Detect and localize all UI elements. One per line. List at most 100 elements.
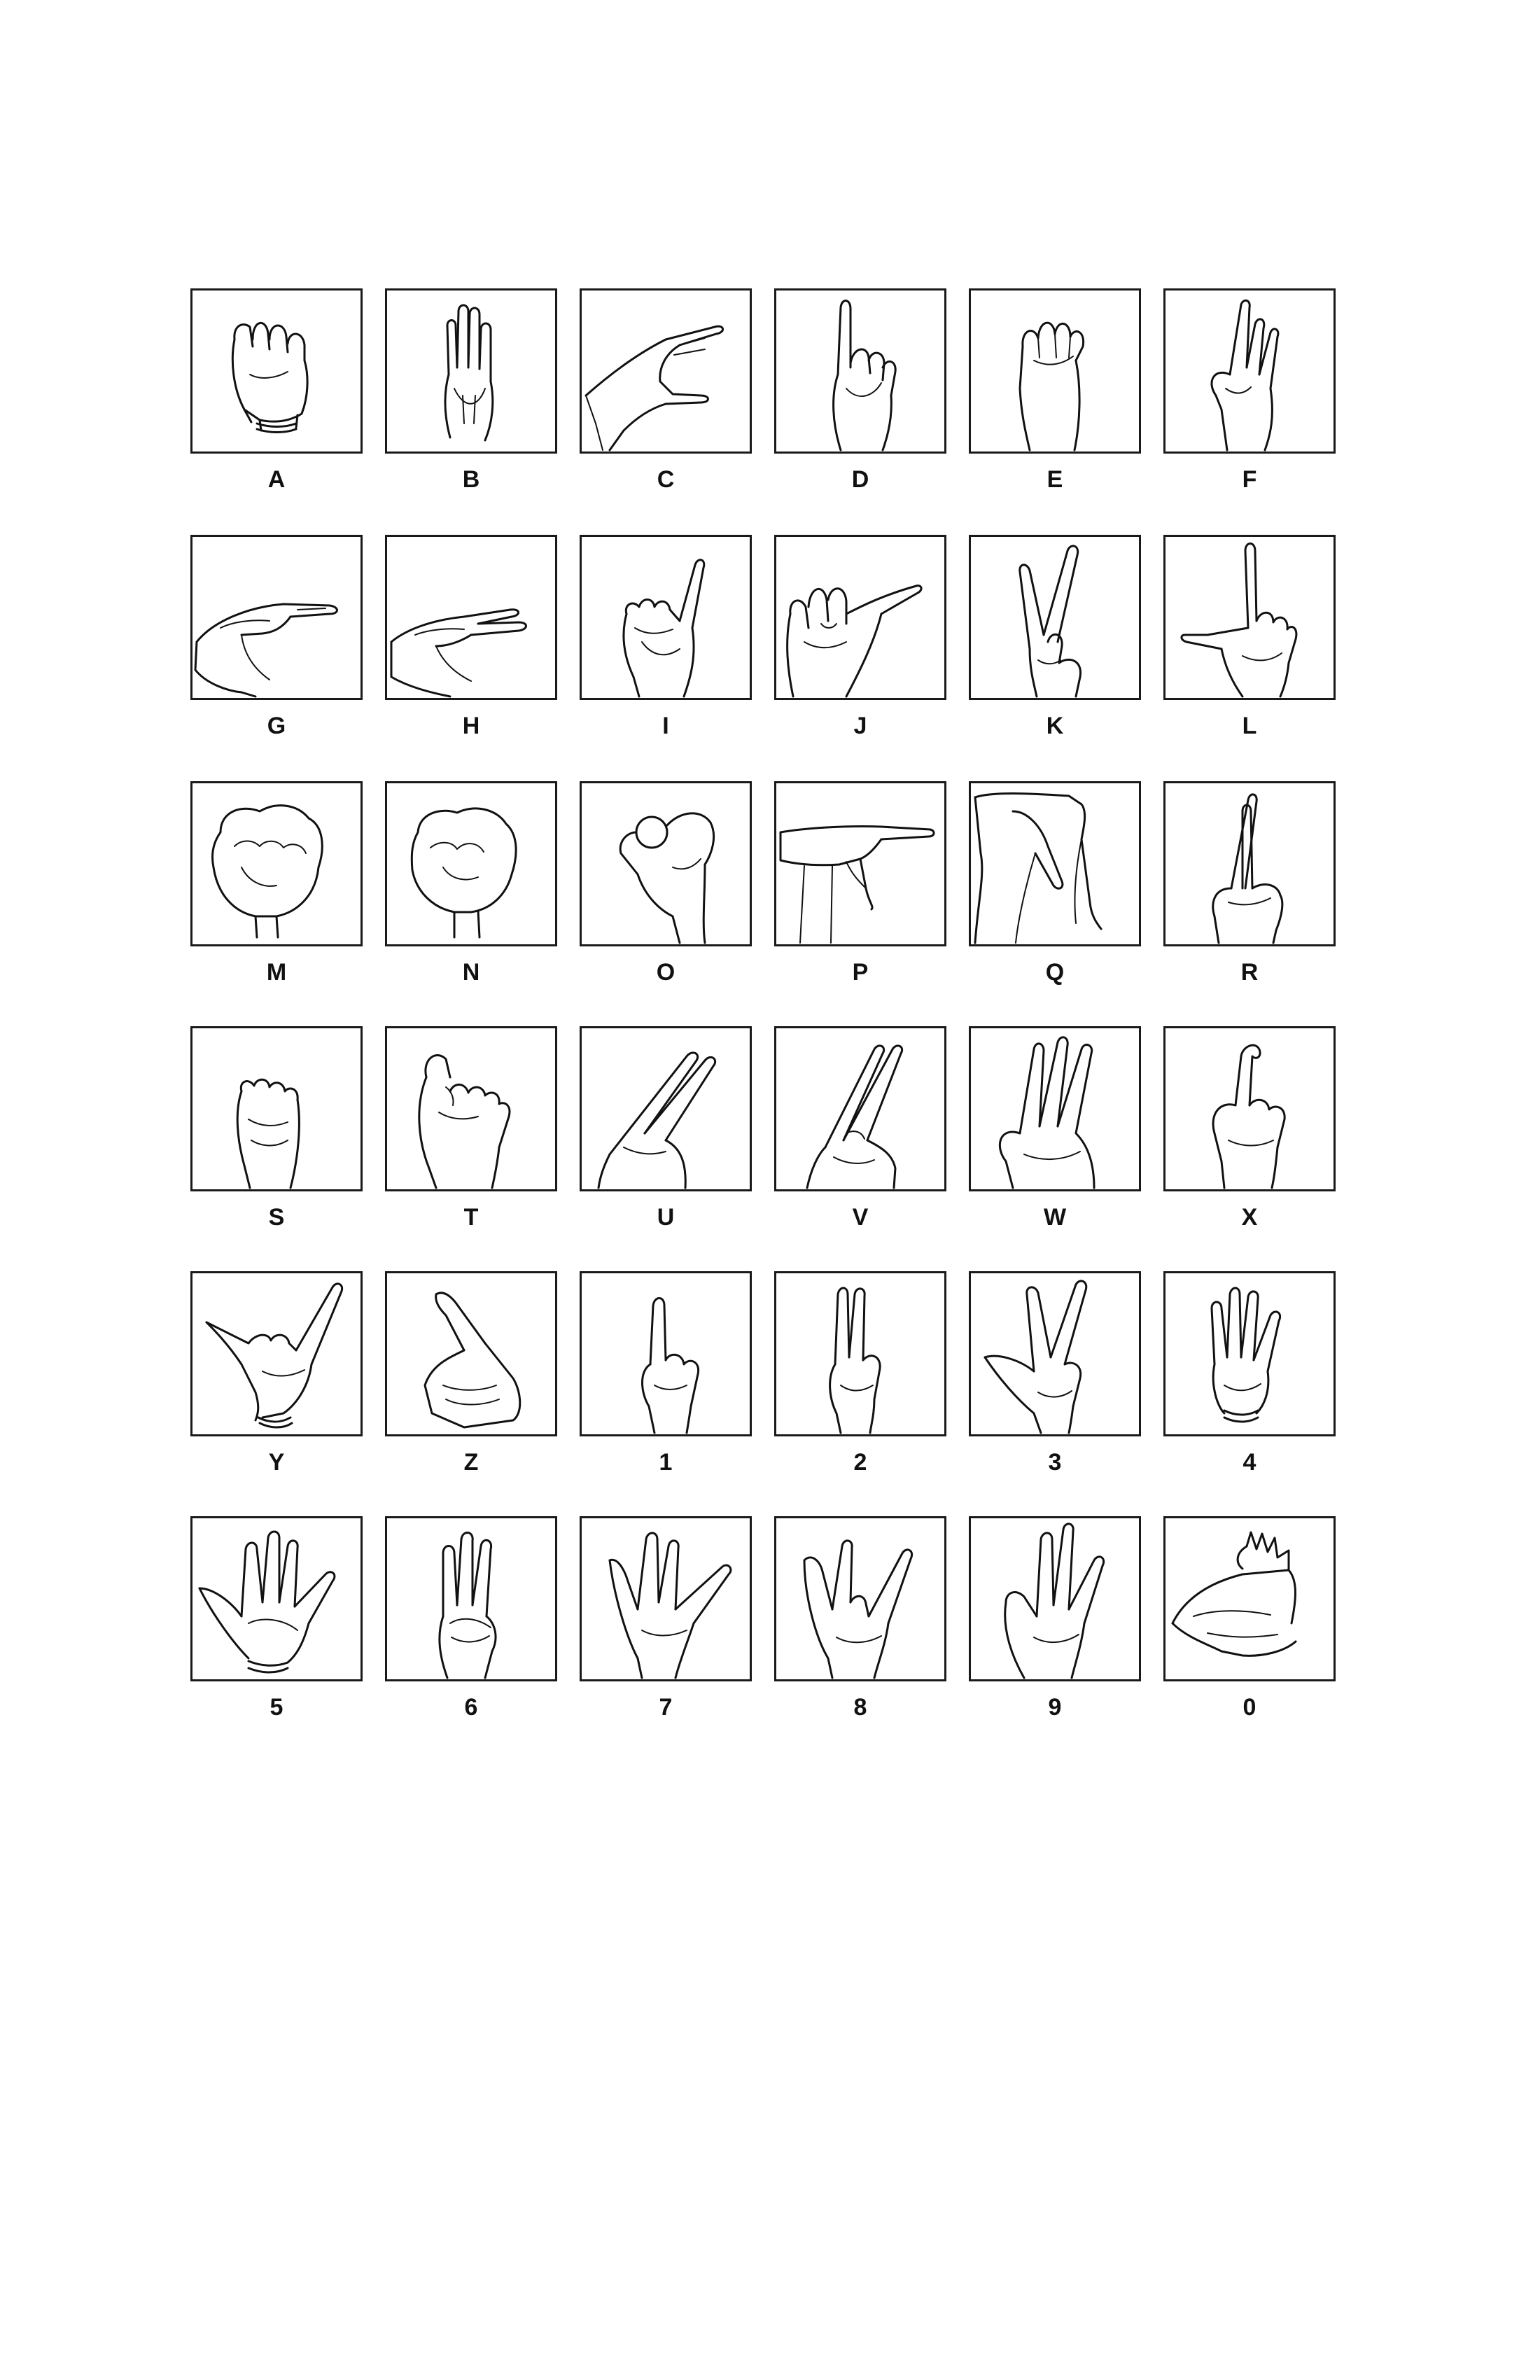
sign-label: 8 [853,1694,867,1721]
sign-label: J [853,713,867,739]
sign-cell-u: U [580,1026,752,1229]
hand-curved-c-shape-icon [584,325,724,451]
sign-label: 3 [1048,1449,1062,1476]
sign-label: R [1240,959,1259,986]
hand-v-sign-icon [806,1044,903,1189]
sign-cell-v: V [774,1026,946,1229]
hand-pinky-hook-icon [786,584,923,698]
hand-two-fingers-side-icon [390,608,527,698]
hand-open-palm-icon [198,1530,336,1674]
sign-image-frame [385,1516,557,1681]
hand-seven-icon [608,1532,732,1679]
hand-flat-fingers-up-icon [444,304,494,442]
hand-three-fingers-six-icon [438,1532,497,1679]
sign-image-frame [969,1271,1141,1436]
sign-image-frame [385,1026,557,1191]
hand-fist-thumb-side-icon [231,321,309,433]
sign-cell-g: G [190,535,363,738]
hand-zero-icon [1171,1531,1297,1657]
sign-label: 2 [853,1449,867,1476]
sign-label: I [662,713,669,739]
sign-image-frame [190,535,363,700]
sign-cell-n: N [385,781,557,984]
sign-label: Z [463,1449,479,1476]
sign-image-frame [774,1026,946,1191]
sign-image-frame [1163,1026,1336,1191]
sign-label: T [463,1204,479,1231]
sign-label: 7 [659,1694,673,1721]
sign-cell-j: J [774,535,946,738]
sign-label: 9 [1048,1694,1062,1721]
hand-fist-m-icon [211,804,323,939]
sign-cell-2: 2 [774,1271,946,1474]
sign-language-chart: A B C D E F G H I J K L M N O P Q R S T … [0,0,1540,2380]
hand-three-fingers-up-icon [1210,299,1280,451]
sign-label: G [267,713,286,739]
sign-image-frame [969,781,1141,946]
hand-crossed-fingers-icon [1212,793,1284,944]
hand-four-fingers-icon [1210,1287,1281,1423]
sign-cell-0: 0 [1163,1516,1336,1719]
hand-index-diagonal-icon [424,1292,522,1429]
hand-l-shape-icon [1180,542,1298,698]
hand-o-circle-icon [619,812,715,944]
sign-label: M [266,959,287,986]
sign-cell-p: P [774,781,946,984]
sign-label: E [1046,466,1063,493]
sign-label: 6 [464,1694,478,1721]
sign-image-frame [969,1026,1141,1191]
sign-cell-l: L [1163,535,1336,738]
hand-pointing-down-icon [779,825,935,944]
sign-cell-6: 6 [385,1516,557,1719]
sign-label: 0 [1242,1694,1256,1721]
hand-two-fingers-icon [829,1287,881,1434]
sign-cell-e: E [969,288,1141,491]
sign-image-frame [580,1026,752,1191]
sign-label: W [1043,1204,1067,1231]
hand-hooked-index-icon [1212,1044,1286,1189]
sign-image-frame [190,1026,363,1191]
sign-image-frame [580,288,752,454]
sign-image-frame [1163,288,1336,454]
sign-cell-f: F [1163,288,1336,491]
sign-cell-z: Z [385,1271,557,1474]
sign-image-frame [190,1271,363,1436]
sign-cell-a: A [190,288,363,491]
sign-image-frame [1163,1516,1336,1681]
hand-q-shape-icon [974,792,1102,944]
sign-cell-o: O [580,781,752,984]
hand-fist-n-icon [410,807,517,939]
sign-image-frame [580,1271,752,1436]
sign-image-frame [385,781,557,946]
sign-label: D [851,466,869,493]
hand-fist-s-icon [236,1078,300,1189]
sign-image-frame [969,288,1141,454]
sign-label: U [657,1204,675,1231]
sign-label: 5 [270,1694,284,1721]
sign-cell-c: C [580,288,752,491]
sign-cell-i: I [580,535,752,738]
sign-label: B [462,466,480,493]
hand-one-finger-icon [641,1297,700,1434]
sign-label: 4 [1242,1449,1256,1476]
sign-image-frame [774,781,946,946]
sign-cell-5: 5 [190,1516,363,1719]
sign-label: S [268,1204,285,1231]
sign-label: K [1046,713,1064,739]
hand-fingers-curled-icon [1018,321,1085,451]
sign-label: F [1242,466,1257,493]
sign-label: 1 [659,1449,673,1476]
hand-eight-icon [803,1539,913,1679]
sign-cell-s: S [190,1026,363,1229]
sign-cell-d: D [774,288,946,491]
sign-image-frame [385,535,557,700]
sign-image-frame [580,1516,752,1681]
sign-label: O [656,959,676,986]
sign-cell-7: 7 [580,1516,752,1719]
sign-label: P [852,959,869,986]
sign-cell-m: M [190,781,363,984]
sign-label: L [1242,713,1257,739]
hand-index-up-circle-icon [832,300,897,451]
sign-cell-k: K [969,535,1141,738]
sign-label: Q [1045,959,1065,986]
